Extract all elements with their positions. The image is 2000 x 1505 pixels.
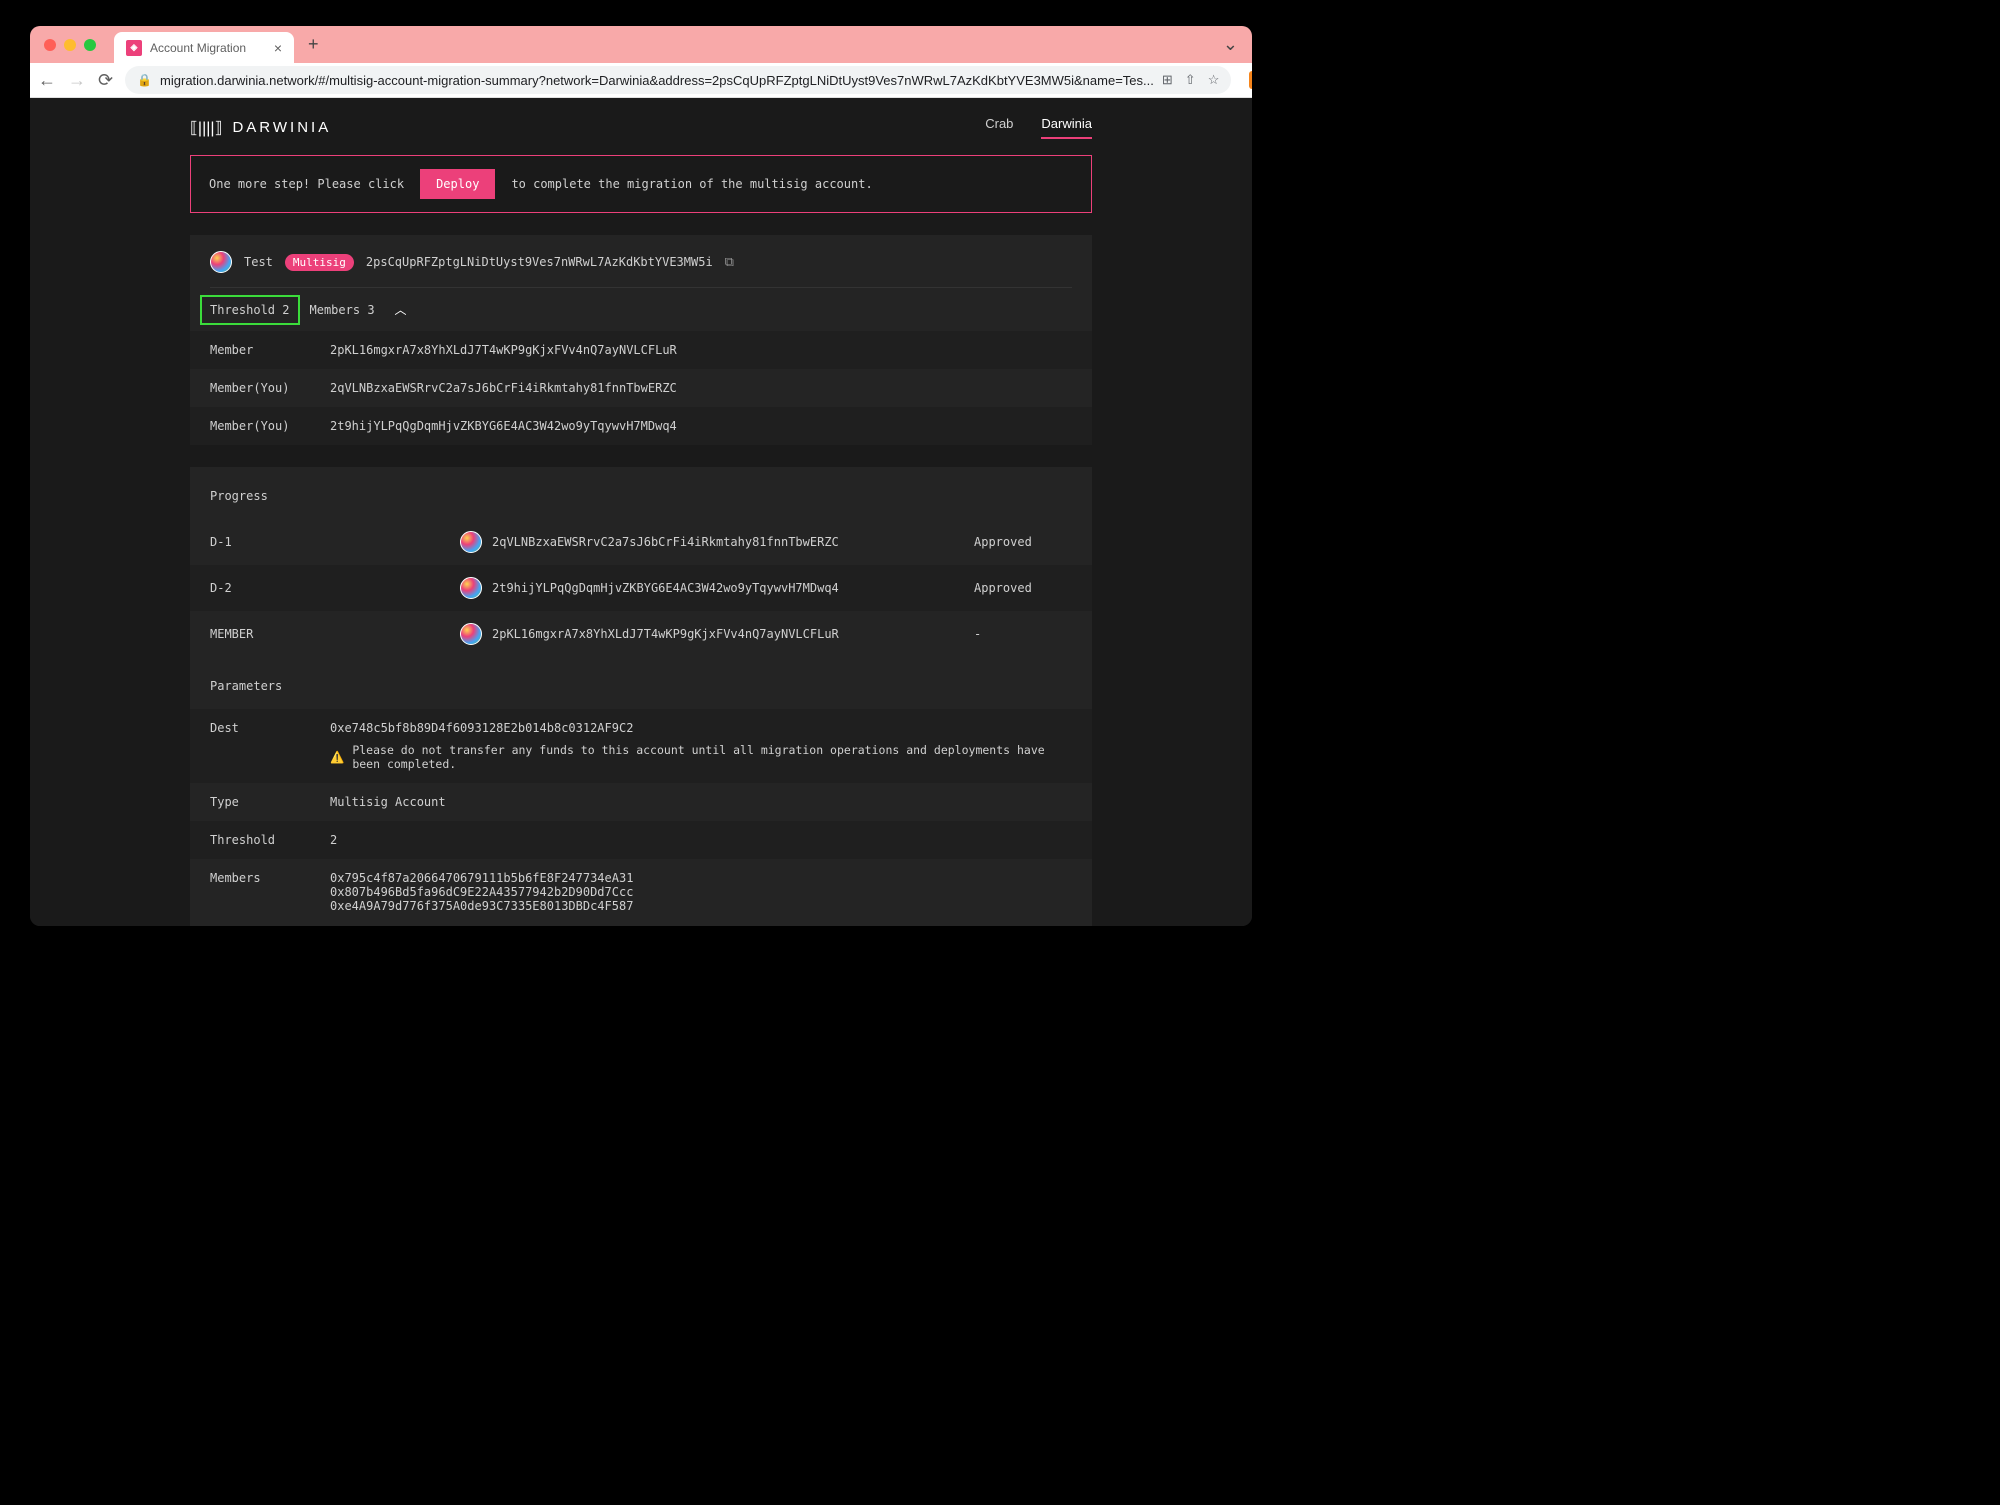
address-bar: ← → ⟳ 🔒 migration.darwinia.network/#/mul… — [30, 63, 1252, 98]
threshold-label: Threshold — [210, 303, 275, 317]
param-label: Dest — [210, 721, 330, 735]
notice-post-text: to complete the migration of the multisi… — [511, 177, 872, 191]
member-row: Member(You) 2qVLNBzxaEWSRrvC2a7sJ6bCrFi4… — [190, 369, 1092, 407]
progress-id: D-1 — [210, 535, 460, 549]
nav-crab[interactable]: Crab — [985, 116, 1013, 139]
metamask-extension-icon[interactable] — [1249, 71, 1252, 89]
member-row: Member(You) 2t9hijYLPqQgDqmHjvZKBYG6E4AC… — [190, 407, 1092, 445]
tab-bar: ◈ Account Migration × + ⌄ — [30, 26, 1252, 63]
close-tab-button[interactable]: × — [274, 40, 282, 56]
warning-icon: ⚠️ — [330, 750, 344, 764]
progress-card: Progress D-1 2qVLNBzxaEWSRrvC2a7sJ6bCrFi… — [190, 467, 1092, 926]
progress-status: Approved — [952, 581, 1072, 595]
progress-row: MEMBER 2pKL16mgxrA7x8YhXLdJ7T4wKP9gKjxFV… — [190, 611, 1092, 657]
account-address: 2psCqUpRFZptgLNiDtUyst9Ves7nWRwL7AzKdKbt… — [366, 255, 713, 269]
param-row-members: Members 0x795c4f87a2066470679111b5b6fE8F… — [190, 859, 1092, 926]
progress-title: Progress — [210, 483, 1072, 519]
member-address: 2t9hijYLPqQgDqmHjvZKBYG6E4AC3W42wo9yTqyw… — [330, 419, 677, 433]
param-label: Members — [210, 871, 330, 885]
collapse-members-icon[interactable]: ︿ — [395, 301, 407, 318]
bookmark-icon[interactable]: ☆ — [1208, 72, 1220, 88]
maximize-window-button[interactable] — [84, 39, 96, 51]
member-label: Member — [210, 343, 330, 357]
tab-dropdown-button[interactable]: ⌄ — [1223, 34, 1238, 55]
warning-text: Please do not transfer any funds to this… — [352, 743, 1072, 771]
progress-id: MEMBER — [210, 627, 460, 641]
account-header: Test Multisig 2psCqUpRFZptgLNiDtUyst9Ves… — [210, 251, 1072, 288]
new-tab-button[interactable]: + — [308, 34, 319, 55]
logo-text: DARWINIA — [232, 119, 331, 136]
param-member-address: 0x807b496Bd5fa96dC9E22A43577942b2D90Dd7C… — [330, 885, 1072, 899]
param-threshold-value: 2 — [330, 833, 1072, 847]
url-text: migration.darwinia.network/#/multisig-ac… — [160, 73, 1154, 88]
back-button[interactable]: ← — [38, 70, 56, 91]
account-name: Test — [244, 255, 273, 269]
param-dest-value: 0xe748c5bf8b89D4f6093128E2b014b8c0312AF9… — [330, 721, 633, 735]
account-identicon — [210, 251, 232, 273]
url-field[interactable]: 🔒 migration.darwinia.network/#/multisig-… — [125, 66, 1231, 94]
browser-tab[interactable]: ◈ Account Migration × — [114, 32, 294, 63]
traffic-lights — [44, 39, 96, 51]
member-row: Member 2pKL16mgxrA7x8YhXLdJ7T4wKP9gKjxFV… — [190, 331, 1092, 369]
progress-address: 2t9hijYLPqQgDqmHjvZKBYG6E4AC3W42wo9yTqyw… — [492, 581, 839, 595]
param-label: Type — [210, 795, 330, 809]
progress-row: D-2 2t9hijYLPqQgDqmHjvZKBYG6E4AC3W42wo9y… — [190, 565, 1092, 611]
member-label: Member(You) — [210, 419, 330, 433]
threshold-summary: Threshold 2 — [200, 295, 300, 325]
logo-glyph-icon: ⟦||||⟧ — [190, 118, 222, 138]
lock-icon: 🔒 — [137, 73, 152, 87]
page-content: ⟦||||⟧ DARWINIA Crab Darwinia One more s… — [30, 98, 1252, 926]
deploy-notice: One more step! Please click Deploy to co… — [190, 155, 1092, 213]
members-summary: Members 3 — [310, 303, 375, 317]
close-window-button[interactable] — [44, 39, 56, 51]
threshold-value: 2 — [282, 303, 289, 317]
param-row-type: Type Multisig Account — [190, 783, 1092, 821]
favicon: ◈ — [126, 40, 142, 56]
param-members-list: 0x795c4f87a2066470679111b5b6fE8F247734eA… — [330, 871, 1072, 913]
param-row-threshold: Threshold 2 — [190, 821, 1092, 859]
summary-row: Threshold 2 Members 3 ︿ — [210, 288, 1072, 331]
member-identicon — [460, 577, 482, 599]
multisig-badge: Multisig — [285, 254, 354, 271]
progress-address: 2qVLNBzxaEWSRrvC2a7sJ6bCrFi4iRkmtahy81fn… — [492, 535, 839, 549]
share-icon[interactable]: ⇧ — [1185, 72, 1196, 88]
parameters-title: Parameters — [210, 657, 1072, 709]
extension-toolbar: ✦ ▣ ⋮ — [1243, 71, 1252, 89]
member-address: 2pKL16mgxrA7x8YhXLdJ7T4wKP9gKjxFVv4nQ7ay… — [330, 343, 677, 357]
members-table: Member 2pKL16mgxrA7x8YhXLdJ7T4wKP9gKjxFV… — [190, 331, 1092, 445]
browser-window: ◈ Account Migration × + ⌄ ← → ⟳ 🔒 migrat… — [30, 26, 1252, 926]
forward-button[interactable]: → — [68, 70, 86, 91]
network-nav: Crab Darwinia — [985, 116, 1092, 139]
member-identicon — [460, 531, 482, 553]
param-member-address: 0xe4A9A79d776f375A0de93C7335E8013DBDc4F5… — [330, 899, 1072, 913]
nav-darwinia[interactable]: Darwinia — [1041, 116, 1092, 139]
warning-row: ⚠️ Please do not transfer any funds to t… — [330, 743, 1072, 771]
tab-title: Account Migration — [150, 41, 246, 55]
progress-table: D-1 2qVLNBzxaEWSRrvC2a7sJ6bCrFi4iRkmtahy… — [190, 519, 1092, 657]
minimize-window-button[interactable] — [64, 39, 76, 51]
member-identicon — [460, 623, 482, 645]
copy-address-icon[interactable]: ⧉ — [725, 255, 734, 270]
progress-status: Approved — [952, 535, 1072, 549]
progress-address: 2pKL16mgxrA7x8YhXLdJ7T4wKP9gKjxFVv4nQ7ay… — [492, 627, 839, 641]
deploy-button[interactable]: Deploy — [420, 169, 495, 199]
app-header: ⟦||||⟧ DARWINIA Crab Darwinia — [30, 98, 1252, 155]
param-row-dest: Dest 0xe748c5bf8b89D4f6093128E2b014b8c03… — [190, 709, 1092, 783]
progress-status: - — [952, 627, 1072, 641]
reload-button[interactable]: ⟳ — [98, 70, 113, 91]
members-label: Members — [310, 303, 361, 317]
param-type-value: Multisig Account — [330, 795, 1072, 809]
member-address: 2qVLNBzxaEWSRrvC2a7sJ6bCrFi4iRkmtahy81fn… — [330, 381, 677, 395]
progress-id: D-2 — [210, 581, 460, 595]
progress-row: D-1 2qVLNBzxaEWSRrvC2a7sJ6bCrFi4iRkmtahy… — [190, 519, 1092, 565]
param-label: Threshold — [210, 833, 330, 847]
logo[interactable]: ⟦||||⟧ DARWINIA — [190, 118, 331, 138]
translate-icon[interactable]: ⊞ — [1162, 72, 1173, 88]
member-label: Member(You) — [210, 381, 330, 395]
param-member-address: 0x795c4f87a2066470679111b5b6fE8F247734eA… — [330, 871, 1072, 885]
notice-pre-text: One more step! Please click — [209, 177, 404, 191]
members-value: 3 — [367, 303, 374, 317]
account-card: Test Multisig 2psCqUpRFZptgLNiDtUyst9Ves… — [190, 235, 1092, 445]
